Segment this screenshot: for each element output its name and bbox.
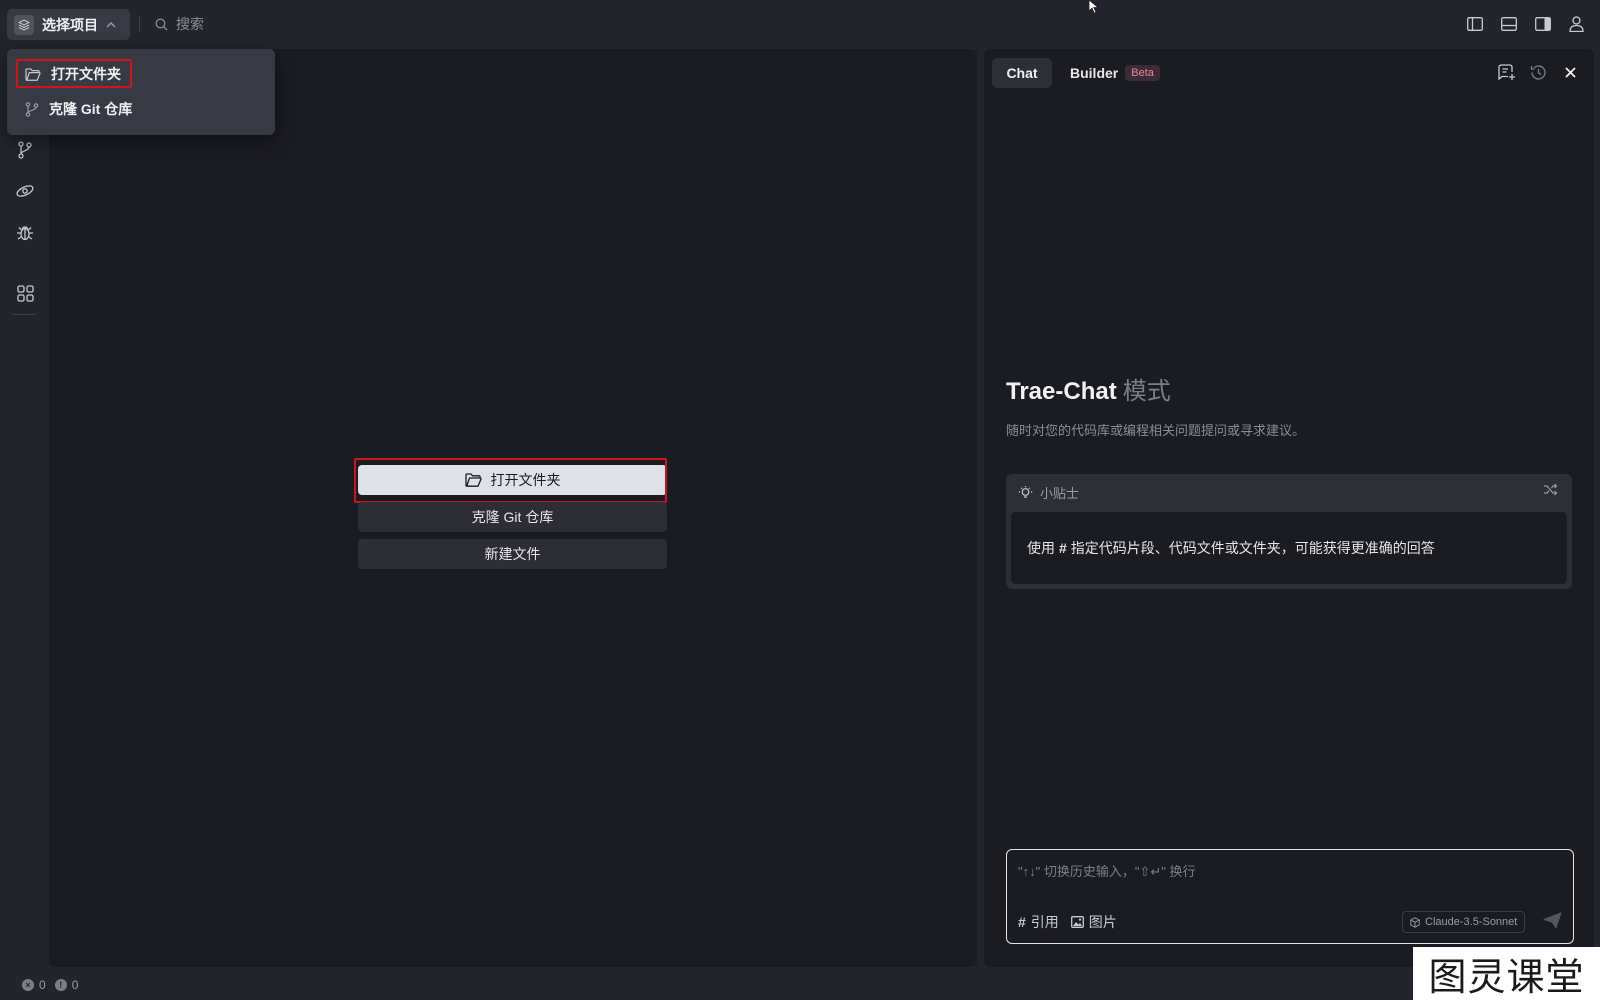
image-label: 图片 — [1088, 914, 1117, 930]
account-icon[interactable] — [1567, 14, 1586, 33]
source-control-icon[interactable] — [14, 139, 36, 161]
lightbulb-icon — [1018, 485, 1033, 500]
title-divider — [139, 16, 140, 32]
mode-title-main: Trae-Chat — [1006, 378, 1117, 405]
chat-input-placeholder: "↑↓" 切换历史输入，"⇧↵" 换行 — [1018, 864, 1196, 879]
remote-explorer-icon[interactable] — [14, 180, 36, 202]
toggle-sidebar-icon[interactable] — [1465, 14, 1484, 33]
extensions-icon[interactable] — [14, 282, 36, 304]
project-selector[interactable]: 选择项目 — [7, 9, 130, 40]
layout-toggles — [1465, 14, 1586, 33]
watermark: 图灵课堂 — [1413, 947, 1600, 1000]
menu-item-open-folder[interactable]: 打开文件夹 — [25, 63, 121, 85]
model-selector[interactable]: Claude-3.5-Sonnet — [1402, 911, 1526, 933]
tab-chat-label: Chat — [1006, 65, 1038, 81]
tab-builder-label: Builder — [1070, 65, 1119, 81]
close-icon[interactable] — [1561, 63, 1580, 82]
error-count: 0 — [39, 978, 46, 992]
error-icon: × — [22, 979, 34, 991]
model-name: Claude-3.5-Sonnet — [1425, 916, 1518, 928]
title-bar: 选择项目 搜索 — [0, 0, 1600, 48]
editor-area: 打开文件夹 克隆 Git 仓库 新建文件 — [49, 49, 977, 967]
image-button[interactable]: 图片 — [1070, 912, 1117, 932]
clone-git-label: 克隆 Git 仓库 — [471, 509, 554, 525]
mode-description: 随时对您的代码库或编程相关问题提问或寻求建议。 — [1006, 423, 1306, 438]
git-branch-icon — [25, 101, 39, 117]
chevron-up-icon — [106, 21, 116, 28]
menu-item-label: 克隆 Git 仓库 — [49, 101, 133, 117]
search-placeholder: 搜索 — [176, 16, 204, 32]
image-icon — [1070, 916, 1084, 928]
menu-item-clone-git[interactable]: 克隆 Git 仓库 — [25, 98, 132, 120]
cube-icon — [1410, 916, 1420, 928]
activity-separator — [13, 314, 35, 315]
toggle-panel-icon[interactable] — [1499, 14, 1518, 33]
warning-count: 0 — [71, 978, 79, 992]
mouse-cursor-icon — [1088, 0, 1102, 14]
chat-panel: Chat Builder Beta Trae-Chat 模式 随时对您的代码库或编… — [984, 49, 1594, 967]
mode-title: Trae-Chat 模式 — [1006, 371, 1171, 406]
folder-icon — [464, 473, 482, 487]
reference-label: 引用 — [1030, 914, 1059, 930]
project-dropdown-menu: 打开文件夹 克隆 Git 仓库 — [7, 49, 275, 135]
status-bar: × 0 ! 0 — [0, 972, 1600, 1000]
debug-icon[interactable] — [14, 222, 36, 244]
clone-git-button[interactable]: 克隆 Git 仓库 — [358, 502, 667, 532]
chat-input-box[interactable]: "↑↓" 切换历史输入，"⇧↵" 换行 # 引用 图片 Claude-3.5-S… — [1006, 849, 1574, 944]
search-input[interactable]: 搜索 — [155, 14, 204, 34]
open-folder-button[interactable]: 打开文件夹 — [358, 465, 667, 495]
open-folder-label: 打开文件夹 — [490, 472, 561, 488]
warning-icon: ! — [54, 979, 67, 991]
tab-chat[interactable]: Chat — [992, 58, 1052, 88]
tips-body-suffix: 指定代码片段、代码文件或文件夹，可能获得更准确的回答 — [1070, 540, 1435, 556]
tips-header: 小贴士 — [1018, 483, 1079, 501]
new-file-label: 新建文件 — [484, 546, 541, 562]
project-selector-label: 选择项目 — [42, 16, 98, 33]
tips-body-prefix: 使用 — [1027, 540, 1055, 556]
menu-item-label: 打开文件夹 — [51, 66, 121, 82]
project-icon — [14, 14, 34, 35]
folder-icon — [25, 67, 41, 81]
new-chat-icon[interactable] — [1497, 63, 1516, 82]
tab-builder[interactable]: Builder Beta — [1070, 58, 1160, 88]
chat-toolbar — [1497, 63, 1580, 82]
chat-input-attachments: # 引用 图片 — [1018, 912, 1117, 932]
tips-body: 使用 # 指定代码片段、代码文件或文件夹，可能获得更准确的回答 — [1011, 512, 1567, 584]
send-icon[interactable] — [1543, 912, 1562, 929]
new-file-button[interactable]: 新建文件 — [358, 539, 667, 569]
history-icon[interactable] — [1529, 63, 1548, 82]
search-icon — [155, 18, 168, 31]
tips-card: 小贴士 使用 # 指定代码片段、代码文件或文件夹，可能获得更准确的回答 — [1006, 474, 1572, 589]
problems-indicator[interactable]: × 0 ! 0 — [22, 978, 78, 992]
hash-icon: # — [1018, 914, 1026, 930]
beta-badge: Beta — [1125, 65, 1160, 81]
reference-button[interactable]: # 引用 — [1018, 912, 1059, 932]
mode-title-suffix: 模式 — [1122, 378, 1171, 405]
tips-title: 小贴士 — [1040, 485, 1080, 501]
activity-bar — [0, 48, 48, 972]
tips-body-hash: # — [1059, 540, 1067, 556]
shuffle-icon[interactable] — [1543, 483, 1558, 496]
toggle-chat-panel-icon[interactable] — [1533, 14, 1552, 33]
